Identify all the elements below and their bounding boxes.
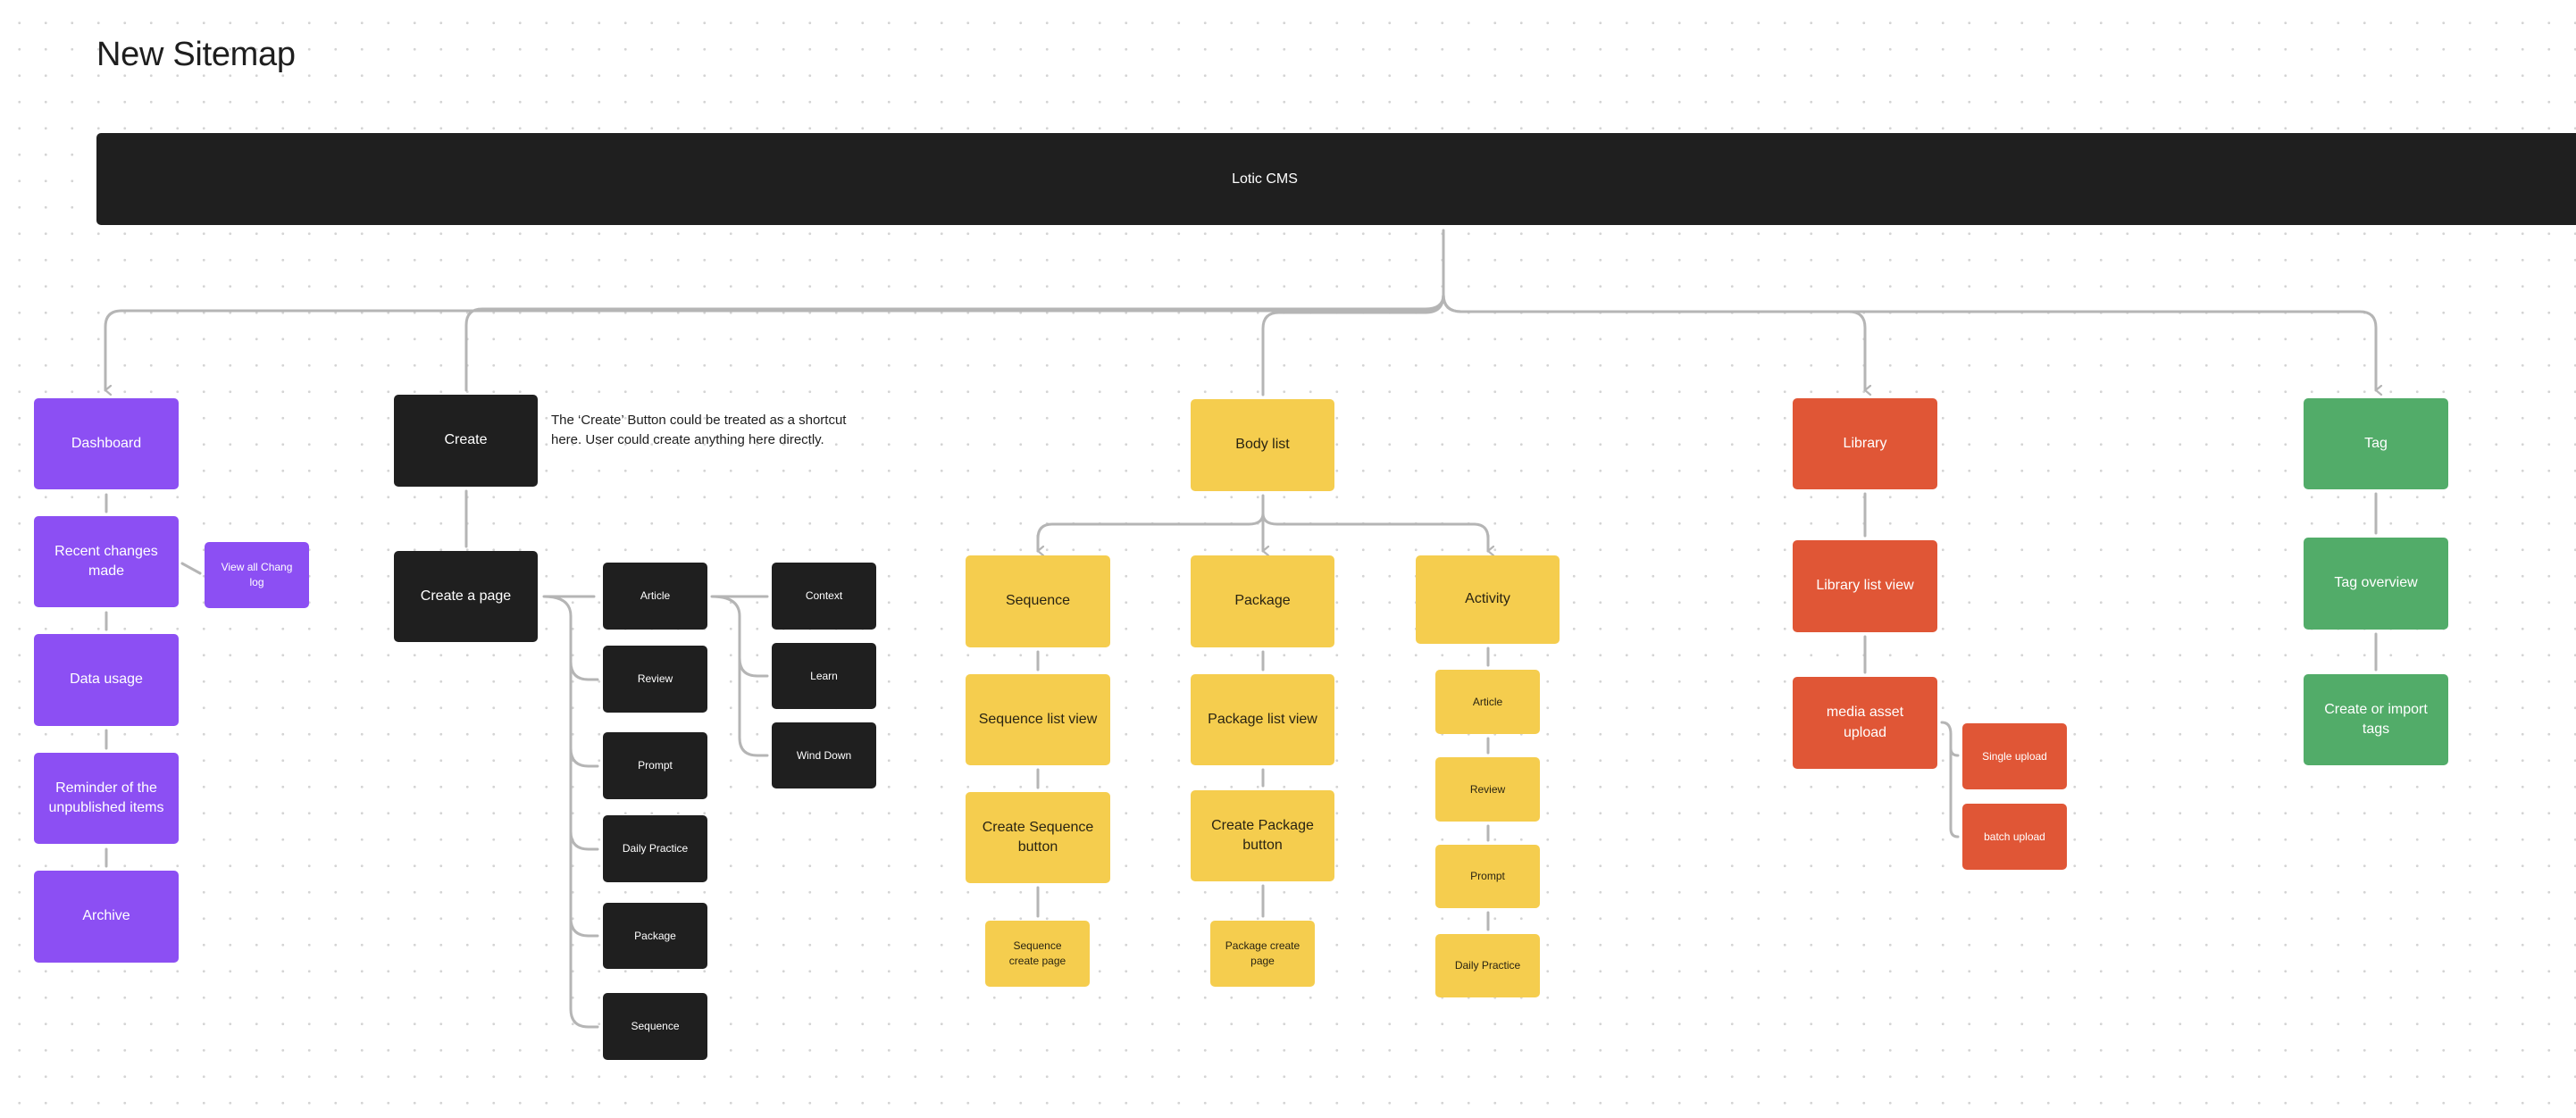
node-label: Create Package button: [1211, 817, 1314, 853]
node-data-usage[interactable]: Data usage: [34, 634, 179, 726]
node-label: Create or import tags: [2324, 701, 2428, 737]
node-label: Learn: [810, 669, 838, 682]
node-label: Package: [634, 929, 676, 942]
node-label: Data usage: [70, 672, 143, 688]
node-create-page[interactable]: Create a page: [394, 551, 538, 642]
node-recent-changes[interactable]: Recent changes made: [34, 516, 179, 607]
node-activity-article[interactable]: Article: [1435, 670, 1540, 734]
node-package-create-page[interactable]: Package create page: [1210, 921, 1315, 987]
connector-root-create: [464, 293, 1445, 392]
node-create-package-button[interactable]: Create Package button: [1191, 790, 1334, 881]
node-library-list-view[interactable]: Library list view: [1793, 540, 1937, 632]
node-label: Context: [805, 589, 843, 603]
node-create[interactable]: Create: [394, 395, 538, 487]
node-label: media asset upload: [1826, 705, 1904, 740]
node-label: Prompt: [638, 759, 673, 772]
node-label: Wind Down: [796, 748, 852, 762]
node-tag[interactable]: Tag: [2304, 398, 2448, 489]
connector-changelog: [180, 562, 202, 575]
node-label: Reminder of the unpublished items: [48, 780, 164, 815]
node-label: Library list view: [1816, 578, 1914, 594]
page-title: New Sitemap: [96, 36, 296, 73]
node-label: Daily Practice: [622, 842, 689, 855]
node-page-type-article[interactable]: Article: [603, 563, 707, 630]
node-label: Review: [1469, 782, 1506, 796]
node-sequence-list-view[interactable]: Sequence list view: [966, 674, 1110, 765]
node-label: Article: [640, 589, 671, 603]
node-package[interactable]: Package: [1191, 555, 1334, 647]
node-label: batch upload: [1984, 830, 2045, 843]
node-label: Activity: [1465, 591, 1510, 607]
node-label: Dashboard: [71, 435, 142, 451]
node-view-changelog[interactable]: View all Chang log: [205, 542, 309, 608]
node-activity[interactable]: Activity: [1416, 555, 1560, 644]
node-create-import-tags[interactable]: Create or import tags: [2304, 674, 2448, 765]
node-label: Sequence: [1005, 593, 1071, 609]
sitemap-canvas[interactable]: New Sitemap Lotic CMS Dashboard Recent c…: [0, 0, 2576, 1118]
node-activity-review[interactable]: Review: [1435, 757, 1540, 822]
root-node[interactable]: Lotic CMS: [96, 133, 2576, 225]
node-label: Article: [1472, 695, 1503, 708]
node-label: Review: [637, 672, 673, 686]
connector-root-bodylist: [1261, 293, 1445, 396]
node-body-list[interactable]: Body list: [1191, 399, 1334, 491]
node-page-type-package[interactable]: Package: [603, 903, 707, 969]
node-label: Tag: [2364, 435, 2388, 451]
node-label: Sequence create page: [1008, 939, 1066, 967]
connector-upload-options: [1940, 721, 1960, 838]
node-label: Sequence list view: [978, 711, 1098, 727]
node-label: Package: [1234, 593, 1291, 609]
node-tag-overview[interactable]: Tag overview: [2304, 538, 2448, 630]
node-label: Recent changes made: [54, 543, 158, 579]
node-archive[interactable]: Archive: [34, 871, 179, 963]
node-label: Library: [1843, 435, 1887, 451]
node-label: Package create page: [1225, 939, 1301, 967]
node-activity-prompt[interactable]: Prompt: [1435, 845, 1540, 908]
node-label: Single upload: [1982, 749, 2047, 763]
node-article-learn[interactable]: Learn: [772, 643, 876, 709]
node-label: Create Sequence button: [982, 819, 1094, 855]
node-page-type-review[interactable]: Review: [603, 646, 707, 713]
node-dashboard[interactable]: Dashboard: [34, 398, 179, 489]
connector-article-subtypes: [710, 595, 769, 757]
node-single-upload[interactable]: Single upload: [1962, 723, 2067, 789]
node-label: Sequence: [631, 1020, 680, 1033]
connector-root-dashboard: [104, 293, 1445, 390]
node-library[interactable]: Library: [1793, 398, 1937, 489]
node-label: Archive: [82, 908, 130, 924]
node-label: Create a page: [420, 588, 512, 604]
node-package-list-view[interactable]: Package list view: [1191, 674, 1334, 765]
node-unpublished-reminder[interactable]: Reminder of the unpublished items: [34, 753, 179, 844]
node-label: Prompt: [1470, 870, 1505, 883]
node-label: Daily Practice: [1454, 959, 1521, 972]
node-sequence-create-page[interactable]: Sequence create page: [985, 921, 1090, 987]
node-activity-daily-practice[interactable]: Daily Practice: [1435, 934, 1540, 997]
node-label: View all Chang log: [221, 561, 293, 588]
node-create-sequence-button[interactable]: Create Sequence button: [966, 792, 1110, 883]
node-page-type-daily-practice[interactable]: Daily Practice: [603, 815, 707, 882]
create-note: The ‘Create’ Button could be treated as …: [551, 413, 847, 447]
connector-root-tag: [1442, 293, 2376, 390]
node-media-asset-upload[interactable]: media asset upload: [1793, 677, 1937, 769]
node-page-type-sequence[interactable]: Sequence: [603, 993, 707, 1060]
connector-page-types: [542, 595, 599, 1029]
root-node-label: Lotic CMS: [1232, 171, 1298, 187]
node-page-type-prompt[interactable]: Prompt: [603, 732, 707, 799]
node-label: Package list view: [1208, 711, 1317, 727]
node-label: Body list: [1235, 437, 1290, 453]
connector-bodylist-children: [1036, 494, 1490, 553]
node-article-wind-down[interactable]: Wind Down: [772, 722, 876, 788]
node-article-context[interactable]: Context: [772, 563, 876, 630]
node-label: Tag overview: [2334, 575, 2418, 591]
node-label: Create: [444, 432, 488, 448]
connector-root-library: [1442, 293, 1865, 390]
node-sequence[interactable]: Sequence: [966, 555, 1110, 647]
node-batch-upload[interactable]: batch upload: [1962, 804, 2067, 870]
